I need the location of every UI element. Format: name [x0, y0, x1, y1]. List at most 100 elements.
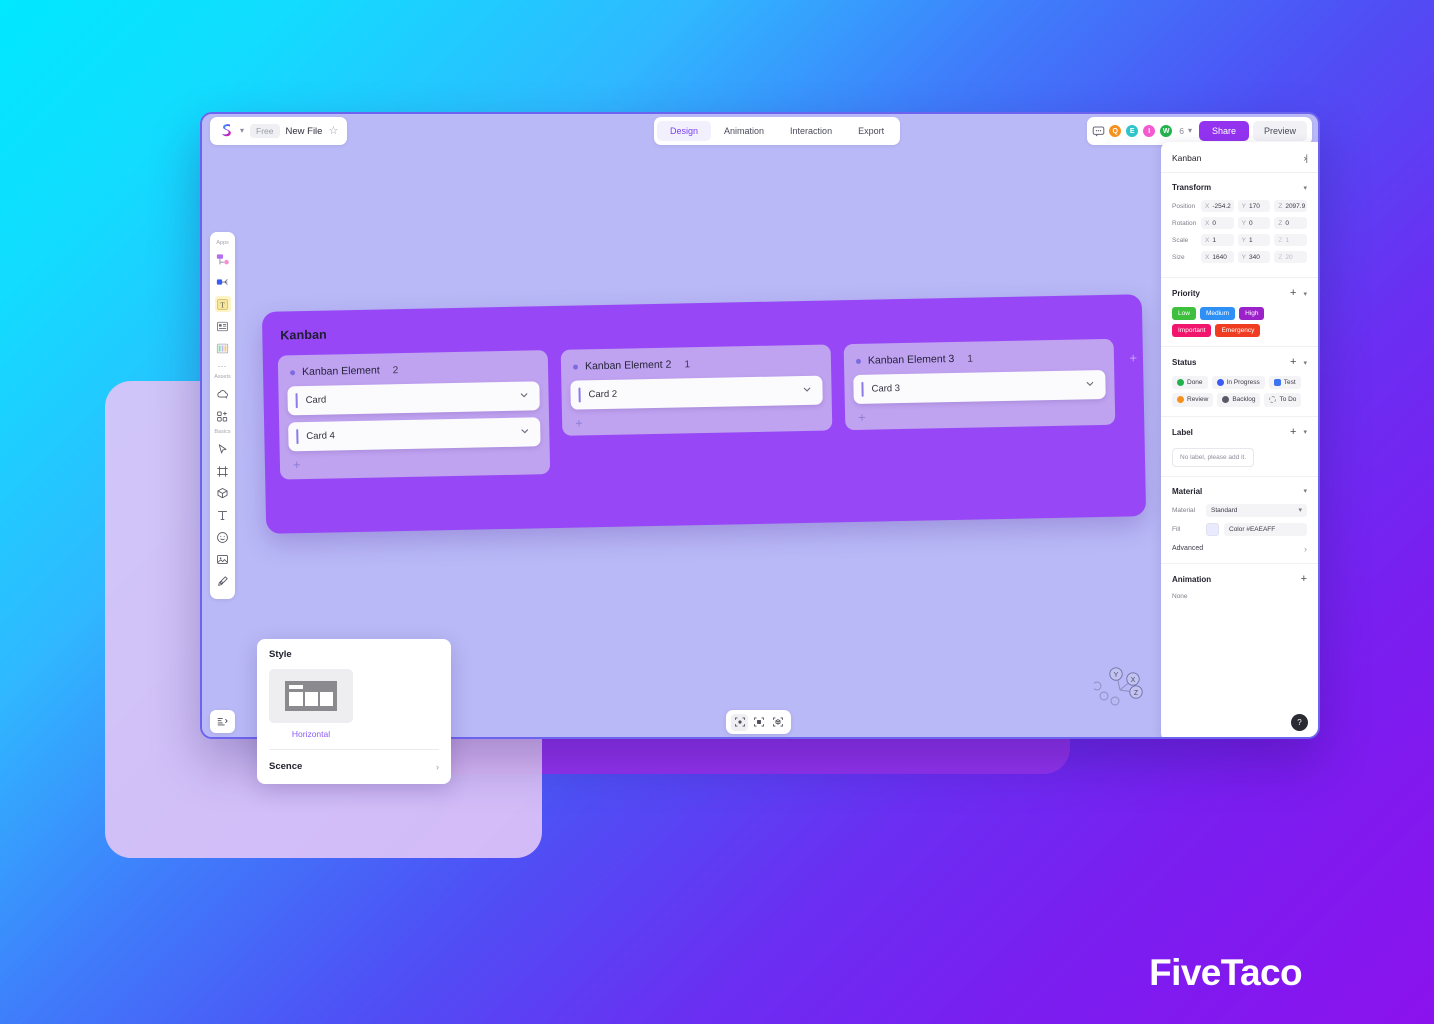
image-icon[interactable]: [215, 551, 231, 567]
kanban-column[interactable]: Kanban Element 2 Card Card 4 +: [277, 350, 551, 480]
workspace-chevron-down-icon[interactable]: ▾: [240, 127, 244, 135]
axis-label: X: [1205, 202, 1210, 210]
kanban-card[interactable]: Card 4: [288, 417, 541, 452]
more-dots-icon[interactable]: ⋯: [218, 361, 228, 372]
priority-chip[interactable]: Low: [1172, 307, 1196, 321]
emoji-icon[interactable]: [215, 529, 231, 545]
cube-icon[interactable]: [215, 485, 231, 501]
cloud-asset-icon[interactable]: [215, 386, 231, 402]
add-card-icon[interactable]: +: [575, 412, 823, 430]
scale-z-field[interactable]: Z1: [1274, 234, 1308, 246]
scale-x-field[interactable]: X1: [1201, 234, 1234, 246]
avatar[interactable]: W: [1159, 124, 1174, 138]
status-chip[interactable]: Test: [1268, 376, 1301, 390]
panel-toggle-icon[interactable]: [210, 710, 235, 733]
frame-icon[interactable]: [215, 463, 231, 479]
sticky-note-icon[interactable]: T: [214, 296, 231, 312]
scale-y-field[interactable]: Y1: [1237, 234, 1271, 246]
status-chip[interactable]: In Progress: [1211, 376, 1265, 390]
position-x-field[interactable]: X -254.2: [1201, 200, 1234, 212]
scene-row[interactable]: Scence ›: [269, 750, 439, 784]
chevron-down-icon[interactable]: ▾: [1303, 487, 1307, 495]
tab-design[interactable]: Design: [657, 121, 712, 141]
add-card-icon[interactable]: +: [293, 453, 541, 472]
rotation-x-field[interactable]: X0: [1201, 217, 1234, 229]
priority-chip[interactable]: High: [1239, 307, 1265, 321]
priority-chip[interactable]: Emergency: [1215, 324, 1261, 338]
material-select-value: Standard: [1211, 506, 1238, 514]
size-x-field[interactable]: X 1640: [1201, 251, 1234, 263]
pen-icon[interactable]: [215, 573, 231, 589]
kanban-column[interactable]: Kanban Element 3 1 Card 3 +: [843, 338, 1116, 431]
add-component-icon[interactable]: [215, 408, 231, 424]
chevron-down-icon[interactable]: ▾: [1303, 184, 1307, 192]
cursor-icon[interactable]: [215, 441, 231, 457]
field-value: 0: [1249, 219, 1253, 227]
add-status-plus-icon[interactable]: +: [1290, 357, 1296, 368]
share-button[interactable]: Share: [1198, 121, 1249, 141]
material-select[interactable]: Standard ▾: [1206, 503, 1307, 517]
fit-frame-icon[interactable]: [750, 714, 767, 731]
help-icon[interactable]: ?: [1291, 714, 1308, 731]
fill-color-field[interactable]: Color #EAEAFF: [1224, 522, 1307, 536]
add-animation-plus-icon[interactable]: +: [1301, 573, 1307, 585]
chevron-down-icon[interactable]: ▾: [1303, 359, 1307, 367]
tab-export[interactable]: Export: [845, 121, 897, 141]
kanban-column[interactable]: Kanban Element 2 1 Card 2 +: [560, 344, 833, 436]
kanban-icon[interactable]: [215, 340, 231, 356]
status-chip[interactable]: Backlog: [1217, 393, 1261, 407]
size-y-field[interactable]: Y 340: [1237, 251, 1271, 263]
position-z-field[interactable]: Z 2097.9: [1274, 200, 1308, 212]
size-z-field[interactable]: Z 20: [1274, 251, 1308, 263]
avatar[interactable]: Q: [1108, 124, 1123, 138]
avatar[interactable]: I: [1142, 124, 1157, 138]
axis-gizmo[interactable]: Y X Z: [1092, 654, 1154, 714]
flowchart-icon[interactable]: [215, 252, 231, 268]
add-priority-plus-icon[interactable]: +: [1290, 288, 1296, 299]
axis-label: Y: [1241, 253, 1247, 261]
comment-icon[interactable]: [1092, 125, 1105, 138]
kanban-artboard[interactable]: Kanban + Kanban Element 2 Card Card 4 + …: [261, 294, 1147, 534]
kanban-card[interactable]: Card: [287, 381, 540, 416]
advanced-row[interactable]: Advanced ›: [1172, 542, 1307, 554]
card-list-icon[interactable]: [215, 318, 231, 334]
horizontal-layout-icon[interactable]: [269, 669, 353, 723]
tool-rail: Apps T ⋯ Assets Basics: [210, 232, 235, 599]
mindmap-icon[interactable]: [215, 274, 231, 290]
star-icon[interactable]: ☆: [328, 125, 338, 137]
status-chip[interactable]: Review: [1172, 393, 1214, 407]
rotation-z-field[interactable]: Z0: [1274, 217, 1308, 229]
kanban-card[interactable]: Card 2: [570, 375, 823, 410]
tab-interaction[interactable]: Interaction: [777, 121, 845, 141]
zoom-to-fit-icon[interactable]: [769, 714, 786, 731]
chevron-down-icon[interactable]: [1084, 376, 1095, 394]
preview-button[interactable]: Preview: [1252, 121, 1307, 141]
rotation-y-field[interactable]: Y0: [1237, 217, 1271, 229]
fit-selection-icon[interactable]: [731, 713, 748, 731]
status-chip[interactable]: Done: [1172, 376, 1208, 390]
status-chip[interactable]: To Do: [1264, 393, 1302, 407]
tab-animation[interactable]: Animation: [711, 121, 777, 141]
kanban-card[interactable]: Card 3: [853, 369, 1106, 404]
add-column-icon[interactable]: +: [1129, 350, 1137, 365]
chevron-down-icon[interactable]: ▾: [1303, 428, 1307, 436]
position-y-field[interactable]: Y 170: [1237, 200, 1271, 212]
chevron-down-icon[interactable]: [518, 387, 529, 405]
chevron-down-icon[interactable]: [801, 381, 812, 399]
priority-chip[interactable]: Important: [1172, 324, 1212, 338]
avatar[interactable]: E: [1125, 124, 1140, 138]
app-logo-icon[interactable]: [219, 123, 234, 139]
axis-label: Y: [1241, 219, 1247, 227]
fill-color-swatch[interactable]: [1206, 522, 1219, 536]
chevron-down-icon[interactable]: ▾: [1303, 290, 1307, 298]
field-value: 1: [1249, 236, 1253, 244]
file-name-label[interactable]: New File: [286, 126, 323, 137]
chevron-down-icon[interactable]: [519, 423, 530, 441]
priority-chip[interactable]: Medium: [1199, 307, 1236, 321]
add-label-plus-icon[interactable]: +: [1290, 426, 1296, 438]
add-card-icon[interactable]: +: [858, 406, 1106, 425]
avatar-chevron-down-icon[interactable]: ▾: [1188, 127, 1192, 135]
section-header[interactable]: Transform ▾: [1172, 183, 1307, 192]
collapse-panel-icon[interactable]: ›|: [1304, 153, 1308, 163]
text-icon[interactable]: [215, 507, 231, 523]
